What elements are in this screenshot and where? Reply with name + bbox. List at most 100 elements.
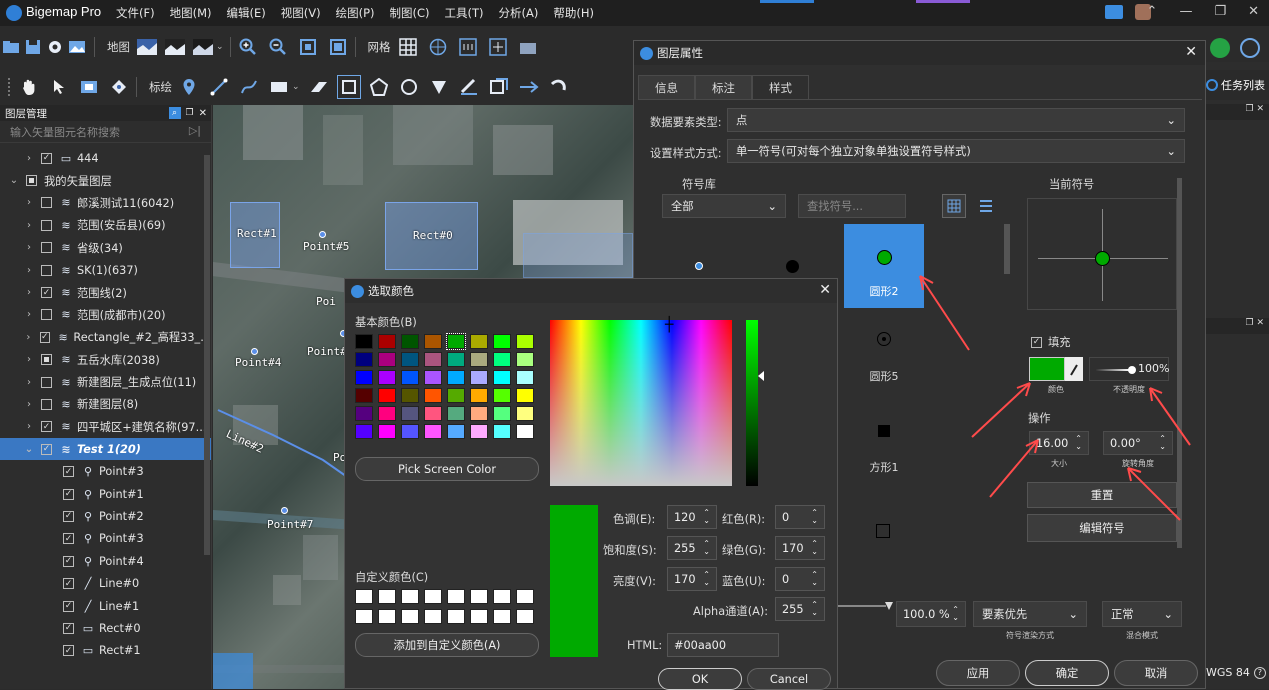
basic-color-swatch[interactable] [424,388,442,403]
chevron-right-icon[interactable]: › [23,287,35,298]
draw-point-icon[interactable] [178,76,200,98]
measure-icon[interactable] [108,76,130,98]
menu-analysis[interactable]: 分析(A) [499,5,539,21]
basic-color-swatch[interactable] [470,352,488,367]
spin-arrows-icon[interactable]: ⌃ ⌄ [1075,435,1082,451]
custom-color-swatch[interactable] [378,609,396,624]
basic-color-swatch[interactable] [516,334,534,349]
basic-color-swatch[interactable] [378,370,396,385]
layer-row[interactable]: › ≋ 五岳水库(2038) [0,349,211,371]
layer-checkbox[interactable] [41,398,52,410]
basic-color-swatch[interactable] [401,424,419,439]
square-outline-icon[interactable] [876,524,890,538]
basic-color-swatch[interactable] [470,388,488,403]
chevron-right-icon[interactable]: › [23,309,35,320]
basic-color-swatch[interactable] [401,406,419,421]
spin-arrows-icon[interactable]: ⌃ ⌄ [811,509,818,525]
custom-color-swatch[interactable] [493,609,511,624]
custom-color-swatch[interactable] [493,589,511,604]
basic-color-swatch[interactable] [493,406,511,421]
layer-search-input[interactable]: 输入矢量图元名称搜索 ▷| [0,121,211,143]
folder-icon[interactable] [517,36,539,58]
draw-text-icon[interactable] [458,76,480,98]
menu-draw[interactable]: 绘图(P) [336,5,375,21]
layer-row[interactable]: ✓ ▭ Rect#1 [0,640,211,662]
basic-color-swatch[interactable] [516,424,534,439]
basic-color-swatch[interactable] [447,388,465,403]
basic-color-swatch[interactable] [447,406,465,421]
layer-row[interactable]: ✓ ⚲ Point#3 [0,528,211,550]
custom-color-swatch[interactable] [401,589,419,604]
hue-spinbox[interactable]: 120 ⌃ ⌄ [667,505,717,529]
draw-rectangle-icon[interactable] [268,76,290,98]
custom-color-swatch[interactable] [470,589,488,604]
layer-checkbox[interactable] [41,354,52,366]
grid-view-icon[interactable] [942,194,966,218]
symbol-grid-scrollbar[interactable] [1004,224,1010,274]
layer-row[interactable]: › ≋ 范围(安岳县)(69) [0,214,211,236]
basic-color-swatch[interactable] [355,388,373,403]
link-icon[interactable] [1240,38,1260,58]
draw-curved-arrow-icon[interactable] [548,76,570,98]
layer-checkbox[interactable]: ✓ [39,331,50,343]
spin-arrows-icon[interactable]: ⌃ ⌄ [703,509,710,525]
menu-map[interactable]: 地图(M) [170,5,212,21]
chevron-right-icon[interactable]: › [23,399,35,410]
color-cancel-button[interactable]: Cancel [747,668,831,690]
draw-line-icon[interactable] [208,76,230,98]
basic-color-swatch[interactable] [446,333,466,350]
basic-color-swatch[interactable] [516,370,534,385]
draw-circle-icon[interactable] [398,76,420,98]
custom-color-swatch[interactable] [378,589,396,604]
fullscreen-icon[interactable] [327,36,349,58]
layer-checkbox[interactable] [41,264,52,276]
chevron-right-icon[interactable]: › [23,153,35,164]
basic-color-swatch[interactable] [378,388,396,403]
draw-curve-icon[interactable] [238,76,260,98]
settings-icon[interactable] [44,36,66,58]
layer-checkbox[interactable]: ✓ [41,421,52,433]
basic-color-swatch[interactable] [470,334,488,349]
basic-color-swatch[interactable] [401,370,419,385]
basic-color-swatch[interactable] [424,424,442,439]
save-icon[interactable] [22,36,44,58]
layer-opacity-spinbox[interactable]: 100.0 % ⌃ ⌄ [896,601,966,627]
confirm-button[interactable]: 确定 [1025,660,1109,686]
basic-color-swatch[interactable] [493,424,511,439]
opacity-slider[interactable]: 100% [1089,357,1169,381]
draw-label-icon[interactable] [488,76,510,98]
basic-color-swatch[interactable] [355,370,373,385]
mapsheet-grid-icon[interactable] [487,36,509,58]
map-source-dropdown-icon[interactable]: ⌄ [216,42,224,52]
zoom-out-icon[interactable] [267,36,289,58]
float-panel-icon[interactable]: ❐ [1246,318,1254,328]
symbol-item-circle2[interactable]: 圆形2 [844,224,924,308]
basic-color-swatch[interactable] [447,424,465,439]
basic-color-swatch[interactable] [424,334,442,349]
zoom-extent-icon[interactable] [297,36,319,58]
globe-grid-icon[interactable] [427,36,449,58]
fill-color-swatch[interactable] [1029,357,1065,381]
basic-color-swatch[interactable] [424,352,442,367]
image-icon[interactable] [66,36,88,58]
eyedropper-icon[interactable] [1065,357,1083,381]
layer-checkbox[interactable] [41,376,52,388]
basic-color-swatch[interactable] [493,352,511,367]
basic-color-swatch[interactable] [493,370,511,385]
chevron-right-icon[interactable]: › [23,421,35,432]
basic-color-swatch[interactable] [401,334,419,349]
map-source-icon-1[interactable] [136,36,158,58]
close-panel-icon[interactable]: ✕ [1256,104,1264,114]
custom-color-swatch[interactable] [516,609,534,624]
map-source-icon-2[interactable] [164,36,186,58]
custom-color-swatch[interactable] [424,589,442,604]
map-rect-partial[interactable] [213,653,253,689]
spin-arrows-icon[interactable]: ⌃ ⌄ [703,571,710,587]
menu-tools[interactable]: 工具(T) [445,5,484,21]
close-window-icon[interactable]: ✕ [1248,4,1259,19]
layer-row[interactable]: › ≋ 省级(34) [0,237,211,259]
basic-color-swatch[interactable] [401,388,419,403]
layer-row[interactable]: › ✓ ≋ Rectangle_#2_高程33_... [0,326,211,348]
spin-arrows-icon[interactable]: ⌃ ⌄ [811,571,818,587]
minimize-icon[interactable]: — [1179,4,1192,19]
